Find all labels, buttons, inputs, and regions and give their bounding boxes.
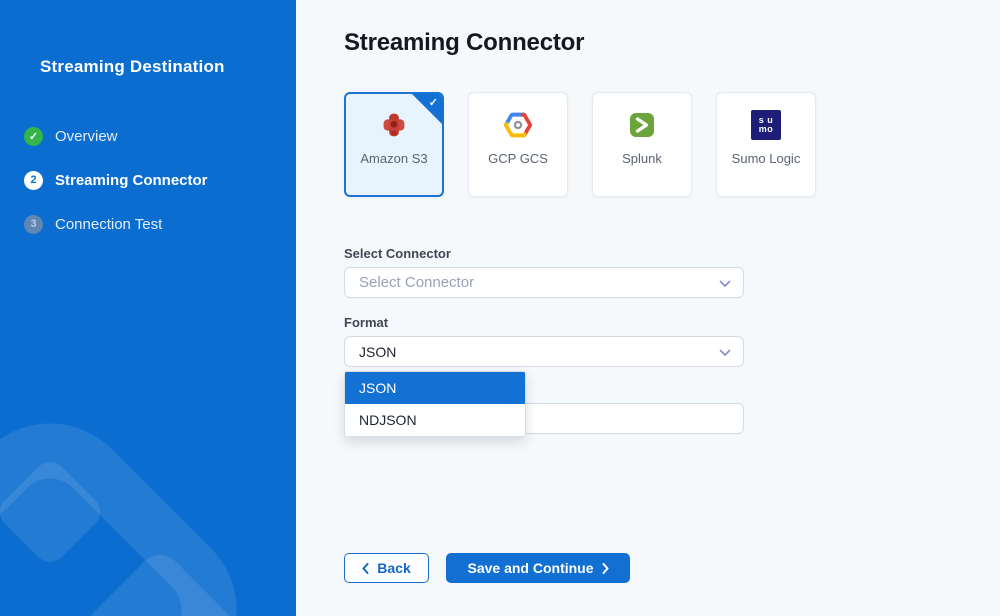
wizard-sidebar: Streaming Destination ✓ Overview 2 Strea… [0,0,296,616]
select-connector-label: Select Connector [344,246,744,261]
gcp-gcs-icon [501,109,535,141]
format-dropdown-menu: JSON NDJSON [344,371,526,437]
connector-card-gcp-gcs[interactable]: GCP GCS [468,92,568,197]
splunk-icon [627,109,657,141]
step-overview[interactable]: ✓ Overview [24,126,208,146]
chevron-down-icon [719,280,731,288]
step-number-badge: 2 [24,171,43,190]
format-option-ndjson[interactable]: NDJSON [345,404,525,436]
main-panel: Streaming Connector ✓ Amazon S3 [296,0,1000,616]
amazon-s3-icon [378,109,410,141]
step-label: Overview [55,128,118,145]
connector-card-label: Sumo Logic [724,150,809,168]
save-button-label: Save and Continue [467,560,593,576]
format-selected-value: JSON [359,344,396,360]
step-label: Streaming Connector [55,172,208,189]
step-label: Connection Test [55,216,162,233]
format-group: Format JSON [344,315,744,367]
back-button-label: Back [377,560,410,576]
step-connection-test[interactable]: 3 Connection Test [24,214,208,234]
chevron-left-icon [362,563,369,574]
select-connector-group: Select Connector Select Connector [344,246,744,298]
back-button[interactable]: Back [344,553,429,583]
format-option-json[interactable]: JSON [345,372,525,404]
chevron-right-icon [602,563,609,574]
check-icon: ✓ [429,96,438,109]
page-title: Streaming Connector [344,29,584,57]
save-and-continue-button[interactable]: Save and Continue [446,553,630,583]
step-complete-check-icon: ✓ [24,127,43,146]
chevron-down-icon [719,349,731,357]
connector-card-label: Splunk [614,150,670,168]
format-dropdown[interactable]: JSON [344,336,744,367]
step-number-badge: 3 [24,215,43,234]
select-connector-placeholder: Select Connector [359,274,474,291]
sidebar-watermark-logo [0,0,296,616]
connector-card-sumo-logic[interactable]: s u mo Sumo Logic [716,92,816,197]
connector-card-amazon-s3[interactable]: ✓ Amazon S3 [344,92,444,197]
wizard-title: Streaming Destination [40,57,225,77]
select-connector-dropdown[interactable]: Select Connector [344,267,744,298]
step-streaming-connector[interactable]: 2 Streaming Connector [24,170,208,190]
connector-card-label: GCP GCS [480,150,556,168]
sumo-logic-icon: s u mo [751,109,781,141]
connector-card-splunk[interactable]: Splunk [592,92,692,197]
wizard-steps: ✓ Overview 2 Streaming Connector 3 Conne… [24,126,208,258]
footer-actions: Back Save and Continue [344,553,630,583]
connector-cards: ✓ Amazon S3 [344,92,816,197]
format-label: Format [344,315,744,330]
connector-card-label: Amazon S3 [352,150,435,168]
